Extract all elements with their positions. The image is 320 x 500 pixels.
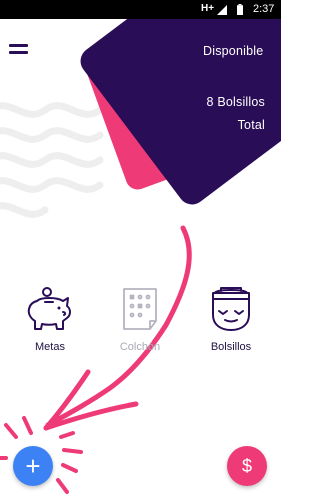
available-label: Disponible [203,44,264,58]
clock-time: 2:37 [253,3,275,15]
piggy-bank-icon [27,287,71,330]
category-label-colchon: Colchón [119,341,161,353]
background-art [0,0,281,494]
money-button[interactable]: $ [227,446,267,486]
wave-decoration [0,102,104,218]
status-bar: H+ 2:37 [0,0,281,19]
category-bolsillos[interactable]: Bolsillos [195,285,267,353]
category-label-metas: Metas [35,341,65,353]
plus-icon: + [25,451,41,481]
signal-icon [217,5,227,15]
add-button[interactable]: + [13,446,53,486]
menu-icon-bar [9,44,28,47]
dollar-icon: $ [241,456,252,476]
menu-icon-bar [9,51,28,54]
total-label: Total [237,118,265,132]
pockets-count: 8 Bolsillos [206,95,265,109]
network-type: H+ [201,3,215,14]
category-metas[interactable]: Metas [14,285,86,353]
category-label-bolsillos: Bolsillos [210,341,252,353]
pocket-icon [212,287,250,331]
app-screen: H+ 2:37 Disponible 8 Bolsillos Total Met… [0,0,281,500]
menu-button[interactable] [9,41,29,57]
battery-icon [237,4,243,15]
mattress-icon [123,288,157,330]
category-colchon[interactable]: Colchón [104,285,176,353]
